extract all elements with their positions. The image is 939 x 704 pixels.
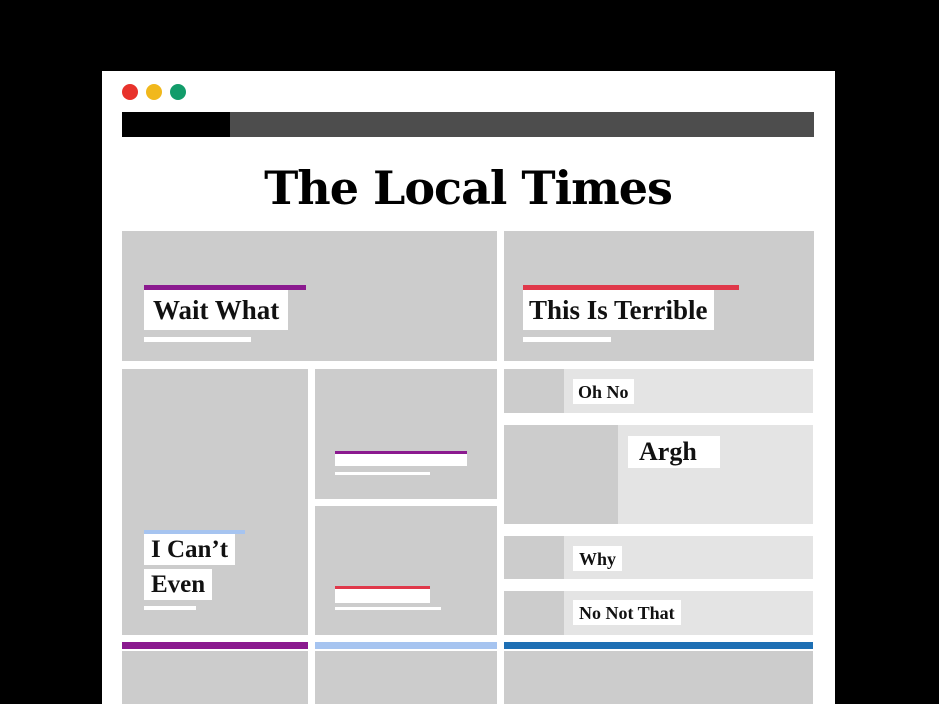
story-byline-placeholder <box>144 337 251 342</box>
section-accent-bar <box>122 642 308 649</box>
story-headline-placeholder <box>335 454 467 466</box>
story-byline-placeholder <box>523 337 611 342</box>
story-card-bottom-right[interactable] <box>504 651 813 704</box>
minimize-window-button[interactable] <box>146 84 162 100</box>
list-item-headline[interactable]: No Not That <box>573 600 681 625</box>
story-headline[interactable]: This Is Terrible <box>523 290 714 330</box>
maximize-window-button[interactable] <box>170 84 186 100</box>
browser-tab[interactable] <box>122 112 230 137</box>
list-item-thumbnail <box>504 536 564 579</box>
list-item-headline[interactable]: Argh <box>628 436 720 468</box>
story-headline-line-2[interactable]: Even <box>144 569 213 600</box>
story-headline-line-1[interactable]: I Can’t <box>144 534 236 565</box>
story-byline-placeholder <box>144 606 196 610</box>
story-card-bottom-left[interactable] <box>122 651 308 704</box>
section-accent-bar <box>315 642 497 649</box>
story-card-bottom-middle[interactable] <box>315 651 497 704</box>
story-headline-placeholder <box>335 589 430 603</box>
list-item-thumbnail <box>504 369 564 413</box>
newspaper-masthead: The Local Times <box>264 161 673 215</box>
list-item-headline[interactable]: Why <box>573 546 623 571</box>
story-headline[interactable]: Wait What <box>144 290 289 330</box>
story-card-middle-top[interactable] <box>315 369 497 499</box>
list-item-headline[interactable]: Oh No <box>573 379 634 404</box>
story-byline-placeholder <box>335 472 430 475</box>
list-item-thumbnail <box>504 591 564 635</box>
section-accent-bar <box>504 642 813 649</box>
story-byline-placeholder <box>335 607 441 610</box>
close-window-button[interactable] <box>122 84 138 100</box>
story-card-middle-bottom[interactable] <box>315 506 497 635</box>
list-item-thumbnail <box>504 425 618 524</box>
